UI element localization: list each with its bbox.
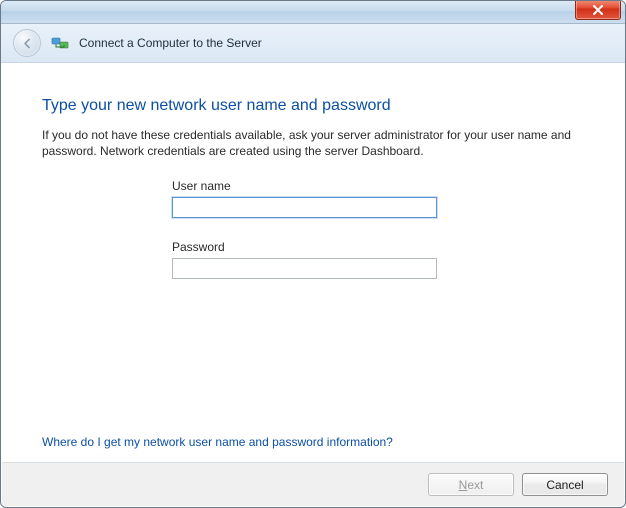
page-heading: Type your new network user name and pass…: [42, 97, 584, 115]
titlebar: [1, 1, 625, 24]
server-connect-icon: [51, 34, 69, 52]
wizard-title: Connect a Computer to the Server: [79, 36, 262, 50]
close-button[interactable]: [575, 0, 621, 20]
close-icon: [592, 5, 604, 15]
page-description: If you do not have these credentials ava…: [42, 127, 582, 159]
wizard-header: Connect a Computer to the Server: [1, 24, 625, 63]
back-arrow-icon: [21, 37, 34, 50]
next-button[interactable]: Next: [428, 473, 514, 496]
help-link[interactable]: Where do I get my network user name and …: [42, 435, 393, 449]
next-button-rest: ext: [467, 478, 483, 492]
credentials-form: User name Password: [172, 179, 584, 279]
wizard-content: Type your new network user name and pass…: [2, 63, 624, 461]
username-input[interactable]: [172, 197, 437, 218]
back-button[interactable]: [13, 29, 41, 57]
wizard-window: Connect a Computer to the Server Type yo…: [0, 0, 626, 508]
wizard-footer: Next Cancel: [2, 462, 624, 506]
password-label: Password: [172, 240, 584, 254]
username-label: User name: [172, 179, 584, 193]
password-input[interactable]: [172, 258, 437, 279]
cancel-button[interactable]: Cancel: [522, 473, 608, 496]
